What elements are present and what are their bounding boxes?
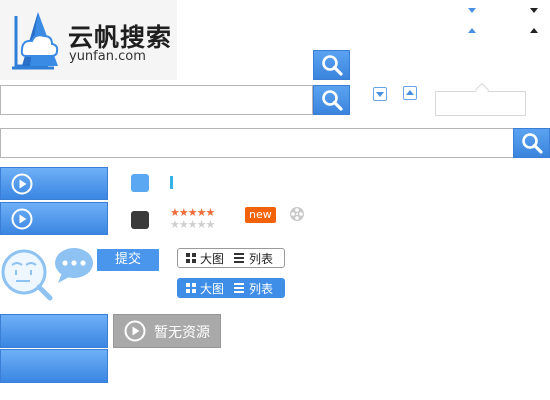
grid-view-label: 大图 [200, 251, 225, 266]
list-view-option[interactable]: 列表 [234, 250, 273, 267]
chevron-up-icon [406, 90, 414, 95]
site-logo[interactable]: 云帆搜索 yunfan.com [0, 0, 177, 80]
list-icon [234, 253, 245, 263]
play-button[interactable] [0, 167, 108, 200]
play-icon [124, 320, 146, 342]
blue-button[interactable] [0, 314, 108, 348]
expand-down-button[interactable] [373, 87, 387, 101]
color-swatch-blue[interactable] [131, 174, 149, 192]
color-swatch-dark[interactable] [131, 211, 149, 229]
caret-down-icon[interactable] [530, 8, 538, 13]
blue-button-2[interactable] [0, 349, 108, 383]
triangle-up-icon[interactable] [468, 28, 476, 33]
search-icon [521, 133, 543, 154]
sail-cloud-logo-icon [12, 12, 59, 70]
new-badge: new [245, 207, 276, 223]
grid-view-option[interactable]: 大图 [186, 280, 224, 297]
logo-domain: yunfan.com [69, 49, 146, 64]
search-input-wide[interactable] [0, 128, 514, 158]
no-resource-label: 暂无资源 [154, 325, 210, 341]
caret-up-icon[interactable] [530, 28, 538, 33]
collapse-up-button[interactable] [403, 86, 417, 100]
text-cursor [170, 176, 173, 189]
search-input[interactable] [0, 85, 313, 115]
grid-view-label: 大图 [200, 281, 225, 296]
view-toggle[interactable]: 大图 列表 [177, 248, 285, 268]
no-resource-button: 暂无资源 [113, 314, 221, 348]
play-button-2[interactable] [0, 202, 108, 235]
star-rating-filled[interactable]: ★★★★★ [170, 207, 215, 218]
grid-icon [186, 283, 196, 293]
triangle-down-icon[interactable] [468, 8, 476, 13]
play-icon [11, 173, 33, 195]
star-rating-empty[interactable]: ★★★★★ [170, 219, 215, 230]
play-icon [11, 208, 33, 230]
submit-button[interactable]: 提交 [97, 249, 159, 271]
no-result-face-icon [1, 249, 53, 301]
chevron-down-icon [376, 92, 384, 97]
list-view-label: 列表 [249, 251, 274, 266]
search-button-wide[interactable] [513, 128, 550, 158]
chat-bubble-icon [55, 248, 93, 283]
search-button-small[interactable] [313, 50, 350, 80]
grid-icon [186, 253, 196, 263]
view-toggle-active[interactable]: 大图 列表 [177, 278, 285, 298]
list-view-label: 列表 [249, 281, 274, 296]
search-icon [321, 55, 343, 76]
search-button[interactable] [313, 85, 350, 115]
search-icon [321, 90, 343, 111]
list-icon [234, 283, 245, 293]
list-view-option[interactable]: 列表 [234, 280, 273, 297]
film-reel-icon [290, 207, 304, 221]
grid-view-option[interactable]: 大图 [186, 250, 224, 267]
